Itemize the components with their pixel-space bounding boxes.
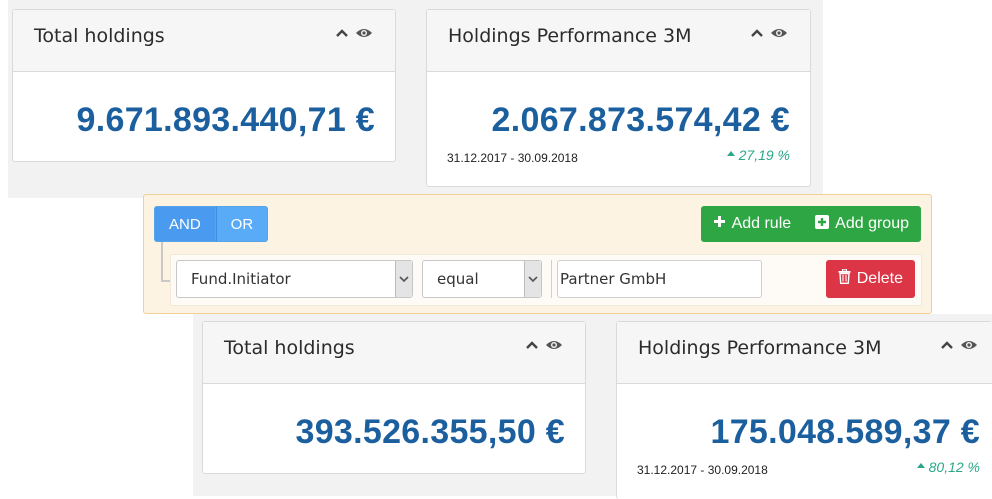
chevron-down-icon	[395, 261, 412, 297]
value-input-text: Partner GmbH	[560, 270, 667, 288]
total-holdings-card-filtered: Total holdings 393.526.355,50 €	[202, 321, 586, 474]
field-select-value: Fund.Initiator	[191, 270, 291, 288]
add-rule-label: Add rule	[731, 215, 792, 232]
chevron-up-icon[interactable]	[940, 340, 954, 350]
total-holdings-amount: 393.526.355,50 €	[295, 413, 565, 451]
chevron-up-icon[interactable]	[525, 340, 539, 350]
add-group-label: Add group	[835, 215, 909, 232]
card-title: Holdings Performance 3M	[448, 25, 692, 47]
performance-percent: 80,12 %	[928, 459, 980, 475]
performance-change: 80,12 %	[916, 459, 980, 475]
eye-icon[interactable]	[355, 27, 373, 39]
card-controls	[940, 339, 978, 351]
condition-toggle: AND OR	[154, 206, 269, 242]
operator-select[interactable]: equal	[422, 260, 542, 298]
chevron-up-icon[interactable]	[750, 28, 764, 38]
total-holdings-card: Total holdings 9.671.893.440,71 €	[12, 9, 396, 162]
caret-up-icon	[726, 150, 735, 156]
eye-icon[interactable]	[545, 339, 563, 351]
delete-label: Delete	[856, 270, 903, 287]
caret-up-icon	[916, 462, 925, 468]
card-header: Total holdings	[203, 322, 585, 384]
card-controls	[750, 27, 788, 39]
value-separator	[551, 260, 552, 298]
card-controls	[525, 339, 563, 351]
or-button[interactable]: OR	[215, 206, 269, 242]
total-holdings-amount: 9.671.893.440,71 €	[76, 101, 375, 139]
card-controls	[335, 27, 373, 39]
field-select[interactable]: Fund.Initiator	[176, 260, 413, 298]
chevron-down-icon	[524, 261, 541, 297]
trash-icon	[838, 268, 851, 289]
performance-percent: 27,19 %	[738, 147, 790, 163]
eye-icon[interactable]	[960, 339, 978, 351]
card-title: Total holdings	[34, 25, 165, 47]
plus-icon	[713, 215, 726, 233]
performance-change: 27,19 %	[726, 147, 790, 163]
holdings-performance-card-filtered: Holdings Performance 3M 175.048.589,37 €…	[616, 321, 992, 499]
card-header: Total holdings	[13, 10, 395, 72]
and-button[interactable]: AND	[154, 206, 216, 242]
card-header: Holdings Performance 3M	[427, 10, 810, 72]
holdings-performance-card: Holdings Performance 3M 2.067.873.574,42…	[426, 9, 811, 187]
value-input[interactable]: Partner GmbH	[557, 260, 762, 298]
add-buttons: Add rule Add group	[700, 206, 921, 242]
card-title: Total holdings	[224, 337, 355, 359]
chevron-up-icon[interactable]	[335, 28, 349, 38]
performance-amount: 175.048.589,37 €	[710, 413, 980, 451]
card-title: Holdings Performance 3M	[638, 337, 882, 359]
card-header: Holdings Performance 3M	[617, 322, 992, 384]
operator-select-value: equal	[437, 270, 479, 288]
query-builder: AND OR Add rule Add group Fund.Initiator…	[143, 194, 932, 314]
performance-amount: 2.067.873.574,42 €	[491, 101, 790, 139]
add-group-button[interactable]: Add group	[803, 206, 921, 242]
add-rule-button[interactable]: Add rule	[700, 206, 804, 242]
date-range: 31.12.2017 - 30.09.2018	[447, 151, 578, 165]
date-range: 31.12.2017 - 30.09.2018	[637, 463, 768, 477]
eye-icon[interactable]	[770, 27, 788, 39]
plus-square-icon	[815, 214, 830, 234]
delete-rule-button[interactable]: Delete	[825, 260, 915, 298]
rule-row: Fund.Initiator equal Partner GmbH Delete	[170, 254, 922, 306]
